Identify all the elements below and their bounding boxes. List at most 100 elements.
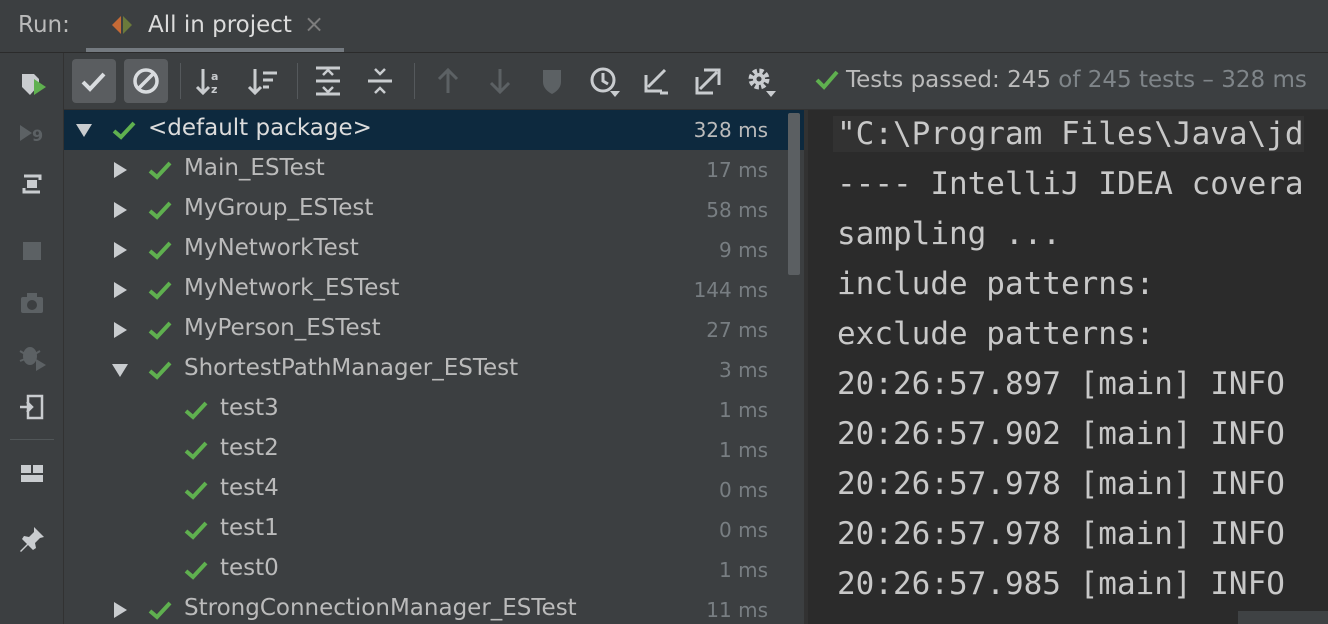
test-class-row[interactable]: ShortestPathManager_ESTest 3 ms — [64, 350, 804, 390]
passed-check-icon — [148, 200, 172, 220]
sort-by-duration-icon[interactable] — [241, 59, 285, 103]
test-class-row[interactable]: MyNetworkTest 9 ms — [64, 230, 804, 270]
svg-text:z: z — [211, 83, 217, 96]
toolbar-divider — [10, 439, 54, 440]
expand-arrow-right-icon[interactable] — [110, 200, 130, 220]
import-tests-icon[interactable] — [634, 59, 678, 103]
passed-check-icon — [112, 120, 136, 140]
test-name: test4 — [220, 475, 279, 501]
test-duration: 1 ms — [719, 558, 768, 582]
console-line: 20:26:57.902 [main] INFO — [837, 416, 1285, 452]
test-class-row[interactable]: MyPerson_ESTest 27 ms — [64, 310, 804, 350]
status-passed-count: 245 — [1007, 67, 1051, 93]
svg-text:9: 9 — [32, 126, 43, 145]
collapse-all-icon[interactable] — [358, 59, 402, 103]
console-line: "C:\Program Files\Java\jd — [833, 116, 1304, 152]
tab-title: All in project — [148, 12, 292, 38]
test-method-row[interactable]: test3 1 ms — [64, 390, 804, 430]
console-line: 20:26:57.978 [main] INFO — [837, 466, 1285, 502]
test-runner-toolbar: az Tests passed: 245 of 245 tests – 328 … — [64, 53, 1328, 110]
sort-alphabetically-icon[interactable]: az — [189, 59, 233, 103]
test-name: test2 — [220, 435, 279, 461]
console-line: 20:26:57.897 [main] INFO — [837, 366, 1285, 402]
console-horizontal-scrollbar[interactable] — [1238, 611, 1328, 624]
junit-run-config-icon — [110, 14, 134, 36]
test-name: MyNetwork_ESTest — [184, 275, 400, 301]
test-class-row[interactable]: Main_ESTest 17 ms — [64, 150, 804, 190]
layout-icon[interactable] — [14, 455, 50, 491]
debug-icon[interactable] — [14, 337, 50, 373]
test-duration: 9 ms — [719, 238, 768, 262]
stop-icon[interactable] — [14, 233, 50, 269]
test-name: MyPerson_ESTest — [184, 315, 381, 341]
test-method-row[interactable]: test4 0 ms — [64, 470, 804, 510]
show-passed-icon[interactable] — [72, 59, 116, 103]
test-history-icon[interactable] — [582, 59, 626, 103]
expand-all-icon[interactable] — [306, 59, 350, 103]
check-icon — [814, 68, 840, 90]
test-name: Main_ESTest — [184, 155, 325, 181]
snapshot-icon[interactable] — [14, 285, 50, 321]
tree-scrollbar[interactable] — [788, 113, 800, 275]
test-duration: 1 ms — [719, 398, 768, 422]
passed-check-icon — [148, 320, 172, 340]
test-name: test0 — [220, 555, 279, 581]
test-duration: 11 ms — [706, 598, 768, 622]
export-tests-icon[interactable] — [686, 59, 730, 103]
expand-arrow-right-icon[interactable] — [110, 160, 130, 180]
test-name: StrongConnectionManager_ESTest — [184, 595, 577, 621]
tab-all-in-project[interactable]: All in project × — [86, 0, 344, 52]
test-duration: 328 ms — [693, 118, 768, 142]
show-ignored-icon[interactable] — [124, 59, 168, 103]
expand-arrow-right-icon[interactable] — [110, 600, 130, 620]
test-duration: 0 ms — [719, 478, 768, 502]
test-name: MyNetworkTest — [184, 235, 359, 261]
test-tree: <default package> 328 ms Main_ESTest 17 ms M… — [64, 110, 804, 624]
left-toolbar: 9 — [0, 53, 64, 624]
toolbar-divider — [180, 63, 181, 99]
expand-arrow-down-icon[interactable] — [74, 120, 94, 140]
package-row[interactable]: <default package> 328 ms — [64, 110, 804, 150]
coverage-icon[interactable] — [530, 59, 574, 103]
console-output[interactable]: "C:\Program Files\Java\jd ---- IntelliJ I… — [808, 110, 1328, 624]
console-line: ---- IntelliJ IDEA covera — [837, 166, 1304, 202]
test-duration: 1 ms — [719, 438, 768, 462]
test-name: <default package> — [148, 115, 372, 141]
run-tool-window-header: Run: All in project × — [0, 0, 1328, 53]
expand-arrow-right-icon[interactable] — [110, 320, 130, 340]
console-line: exclude patterns: — [837, 316, 1155, 352]
toolbar-divider — [414, 63, 415, 99]
test-class-row[interactable]: StrongConnectionManager_ESTest 11 ms — [64, 590, 804, 624]
test-duration: 58 ms — [706, 198, 768, 222]
test-duration: 144 ms — [693, 278, 768, 302]
run-label: Run: — [18, 12, 70, 38]
toggle-auto-test-icon[interactable] — [14, 166, 50, 202]
console-line: include patterns: — [837, 266, 1155, 302]
test-method-row[interactable]: test1 0 ms — [64, 510, 804, 550]
test-duration: 17 ms — [706, 158, 768, 182]
restore-layout-icon[interactable] — [14, 389, 50, 425]
previous-failed-icon[interactable] — [426, 59, 470, 103]
rerun-failed-icon[interactable]: 9 — [14, 115, 50, 151]
test-method-row[interactable]: test2 1 ms — [64, 430, 804, 470]
expand-arrow-right-icon[interactable] — [110, 240, 130, 260]
test-class-row[interactable]: MyGroup_ESTest 58 ms — [64, 190, 804, 230]
expand-arrow-right-icon[interactable] — [110, 280, 130, 300]
test-name: MyGroup_ESTest — [184, 195, 374, 221]
passed-check-icon — [184, 560, 208, 580]
tab-close-icon[interactable]: × — [304, 10, 324, 38]
svg-text:a: a — [211, 70, 218, 83]
test-class-row[interactable]: MyNetwork_ESTest 144 ms — [64, 270, 804, 310]
passed-check-icon — [184, 440, 208, 460]
passed-check-icon — [184, 520, 208, 540]
next-failed-icon[interactable] — [478, 59, 522, 103]
toolbar-divider — [297, 63, 298, 99]
test-name: ShortestPathManager_ESTest — [184, 355, 519, 381]
settings-icon[interactable] — [738, 59, 782, 103]
pin-tab-icon[interactable] — [14, 521, 50, 557]
console-line: sampling ... — [837, 216, 1061, 252]
test-method-row[interactable]: test0 1 ms — [64, 550, 804, 590]
rerun-icon[interactable] — [14, 65, 50, 101]
passed-check-icon — [148, 360, 172, 380]
expand-arrow-down-icon[interactable] — [110, 360, 130, 380]
